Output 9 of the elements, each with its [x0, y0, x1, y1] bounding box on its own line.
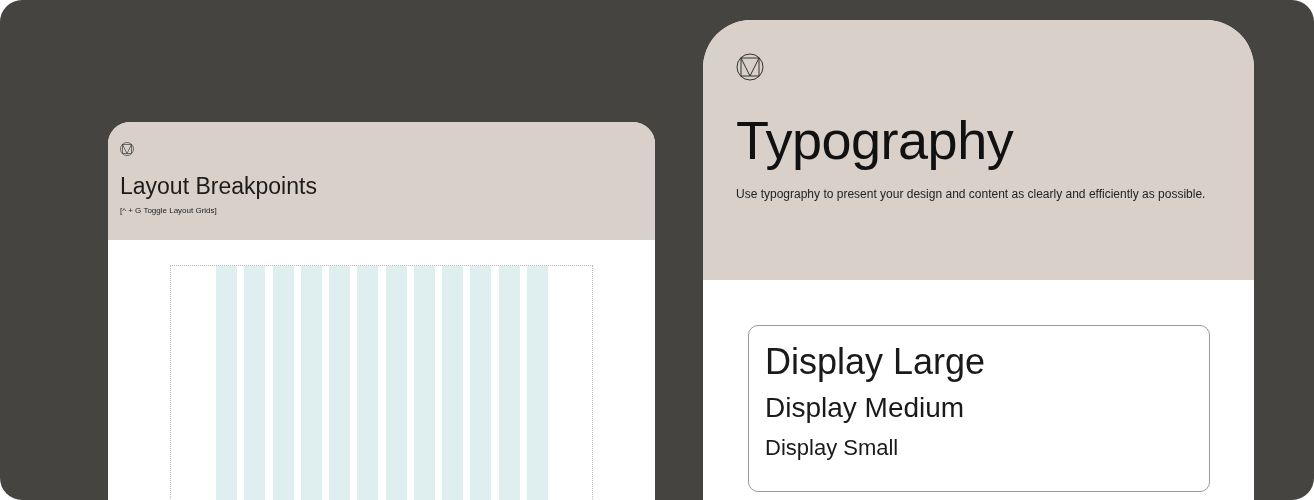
type-sample: Display Large: [765, 340, 987, 384]
shortcut-hint: [^ + G Toggle Layout Grids]: [120, 205, 218, 218]
page-description: Use typography to present your design and content as clearly and efficiently as possible.: [736, 186, 1207, 204]
logo-icon: [120, 141, 134, 156]
type-sample: Display Small: [765, 434, 900, 462]
page-title: Layout Breakpoints: [120, 174, 318, 200]
page-title: Typography: [736, 109, 1015, 172]
type-sample: Display Medium: [765, 391, 966, 425]
logo-icon: [736, 53, 764, 81]
